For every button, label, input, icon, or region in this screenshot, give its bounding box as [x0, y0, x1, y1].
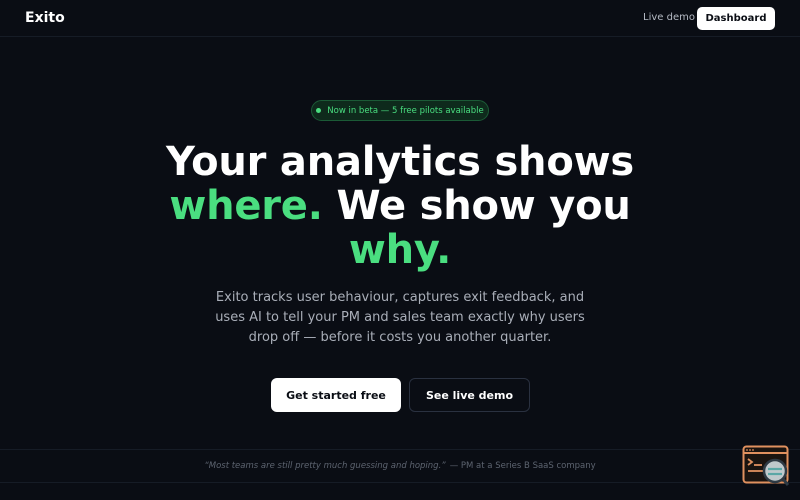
live-demo-link[interactable]: Live demo	[643, 12, 695, 23]
dashboard-button[interactable]: Dashboard	[697, 7, 775, 30]
headline-part-2: We show you	[322, 183, 631, 229]
testimonial-bar: “Most teams are still pretty much guessi…	[0, 449, 800, 483]
beta-badge-text: Now in beta — 5 free pilots available	[327, 105, 484, 116]
get-started-button[interactable]: Get started free	[271, 378, 401, 412]
testimonial-author: — PM at a Series B SaaS company	[449, 461, 596, 471]
status-dot-icon	[316, 108, 322, 113]
headline-part-1: Your analytics shows	[166, 139, 634, 185]
hero-subtext: Exito tracks user behaviour, captures ex…	[215, 290, 585, 345]
hero-headline: Your analytics shows where. We show you …	[100, 140, 700, 272]
top-nav: Exito Live demo Dashboard	[0, 0, 800, 37]
see-live-demo-button[interactable]: See live demo	[409, 378, 530, 412]
feedback-widget-icon[interactable]	[742, 445, 790, 487]
headline-accent-where: where.	[169, 183, 323, 229]
testimonial-quote: “Most teams are still pretty much guessi…	[204, 461, 446, 471]
beta-badge: Now in beta — 5 free pilots available	[311, 100, 489, 121]
headline-accent-why: why.	[348, 227, 452, 273]
logo[interactable]: Exito	[25, 10, 65, 26]
